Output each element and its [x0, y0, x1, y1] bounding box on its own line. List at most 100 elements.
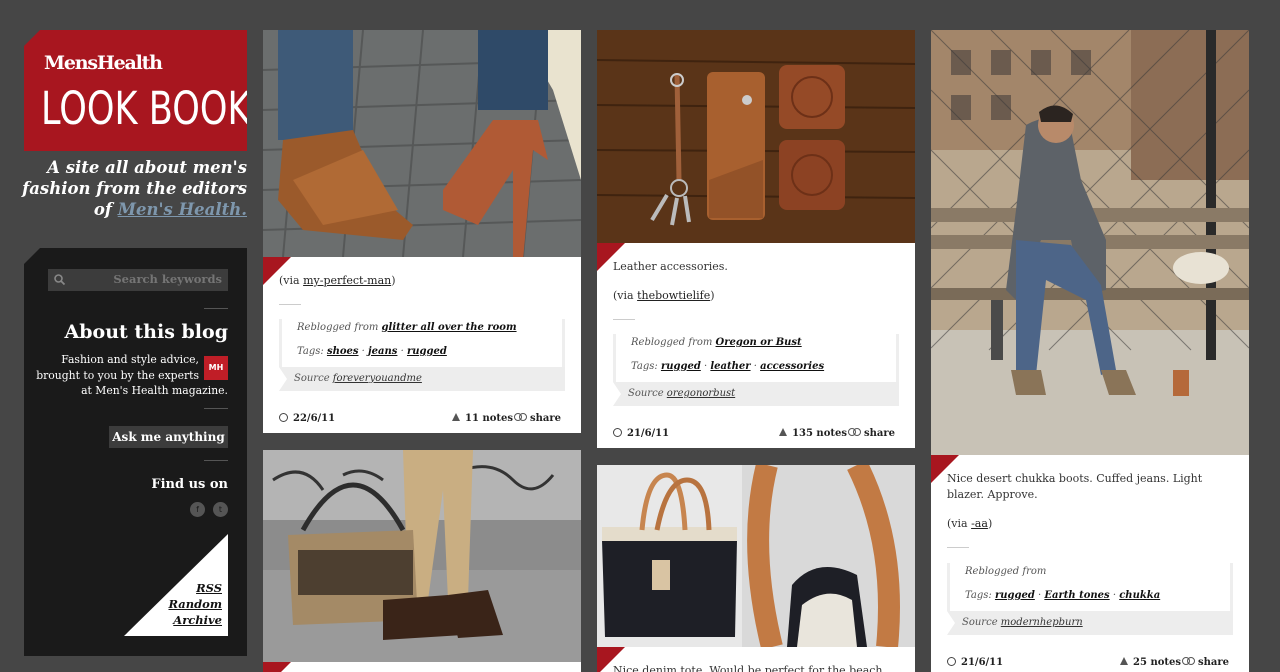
search-icon: [54, 274, 66, 286]
tag-link[interactable]: chukka: [1119, 590, 1160, 601]
share-icon: [513, 413, 527, 421]
mens-health-link[interactable]: Men's Health.: [118, 200, 247, 219]
find-us-label: Find us on: [151, 477, 228, 492]
reblogged-row: Reblogged from Oregon or Bust: [613, 334, 899, 358]
post-photo[interactable]: [931, 30, 1249, 455]
notes-icon: [779, 428, 788, 436]
post-caption: Nice desert chukka boots. Cuffed jeans. …: [947, 471, 1233, 503]
source-link[interactable]: foreveryouandme: [333, 373, 422, 384]
reblogged-label: Reblogged from: [297, 322, 382, 333]
source-label: Source: [628, 388, 667, 399]
reblogged-link[interactable]: glitter all over the room: [382, 322, 517, 333]
reblogged-row: Reblogged from: [947, 563, 1233, 587]
post-date[interactable]: 22/6/11: [279, 413, 335, 424]
tag-link[interactable]: accessories: [760, 361, 824, 372]
ask-me-anything-button[interactable]: Ask me anything: [109, 426, 228, 448]
caption-text: (via: [947, 517, 972, 530]
facebook-icon[interactable]: f: [190, 502, 205, 517]
post-date[interactable]: 21/6/11: [613, 428, 669, 439]
share-button[interactable]: share: [513, 413, 561, 424]
caption-text: (via: [613, 289, 638, 302]
brand-block[interactable]: MensHealth LOOK BOOK: [24, 30, 247, 151]
share-button[interactable]: share: [1181, 657, 1229, 668]
post-card: [263, 450, 581, 672]
archive-link[interactable]: Archive: [168, 612, 222, 628]
post-card: Nice denim tote. Would be perfect for th…: [597, 465, 915, 672]
divider: [279, 304, 301, 305]
post-photo[interactable]: [263, 30, 581, 257]
tags-label: Tags:: [965, 590, 995, 601]
date-text: 22/6/11: [293, 413, 336, 424]
tags-row: Tags: rugged · Earth tones · chukka: [947, 587, 1233, 611]
footer-links: RSS Random Archive: [168, 580, 222, 628]
via-link[interactable]: -aa: [971, 517, 988, 530]
about-line: brought to you by the experts: [36, 369, 199, 382]
post-date[interactable]: 21/6/11: [947, 657, 1003, 668]
share-button[interactable]: share: [847, 428, 895, 439]
search-input[interactable]: [72, 272, 222, 286]
twitter-icon[interactable]: t: [213, 502, 228, 517]
tags-label: Tags:: [631, 361, 661, 372]
photo-image: [597, 465, 915, 647]
post-caption: Leather accessories.: [613, 259, 899, 275]
via-link[interactable]: my-perfect-man: [303, 274, 391, 287]
rss-link[interactable]: RSS: [168, 580, 222, 596]
source-row: Source foreveryouandme: [279, 367, 565, 391]
site-title: LOOK BOOK: [41, 82, 251, 135]
tag-link[interactable]: Earth tones: [1044, 590, 1109, 601]
about-title: About this blog: [64, 321, 229, 343]
tag-link[interactable]: jeans: [368, 346, 397, 357]
tag-link[interactable]: rugged: [661, 361, 701, 372]
date-text: 21/6/11: [961, 657, 1004, 668]
tags-row: Tags: shoes · jeans · rugged: [279, 343, 565, 367]
post-card: (via my-perfect-man) Reblogged from glit…: [263, 30, 581, 433]
photo-image: [263, 450, 581, 662]
source-link[interactable]: modernhepburn: [1001, 617, 1083, 628]
post-notes[interactable]: 135 notes: [779, 428, 847, 439]
sidebar: About this blog Fashion and style advice…: [24, 248, 247, 656]
share-icon: [847, 428, 861, 436]
clock-icon: [279, 413, 288, 422]
tagline: A site all about men's fashion from the …: [18, 157, 247, 220]
tag-link[interactable]: shoes: [327, 346, 359, 357]
reblogged-link[interactable]: Oregon or Bust: [716, 337, 802, 348]
date-text: 21/6/11: [627, 428, 670, 439]
caption-text: ): [987, 517, 993, 530]
photo-image: [597, 30, 915, 243]
divider: [947, 547, 969, 548]
caption-text: ): [391, 274, 396, 287]
mh-badge: MH: [204, 356, 228, 380]
source-row: Source oregonorbust: [613, 382, 899, 406]
post-notes[interactable]: 25 notes: [1120, 657, 1181, 668]
about-line: Fashion and style advice,: [61, 353, 199, 366]
post-corner: [263, 662, 291, 672]
post-footer: 22/6/11 11 notes share: [279, 413, 565, 429]
tags-row: Tags: rugged · leather · accessories: [613, 358, 899, 382]
post-footer: 21/6/11 135 notes share: [613, 428, 899, 444]
share-text: share: [863, 428, 895, 439]
post-photo[interactable]: [597, 30, 915, 243]
about-line: at Men's Health magazine.: [81, 384, 228, 397]
tag-link[interactable]: leather: [710, 361, 750, 372]
search-box[interactable]: [48, 269, 228, 291]
random-link[interactable]: Random: [168, 596, 222, 612]
via-link[interactable]: thebowtielife: [637, 289, 710, 302]
tags-label: Tags:: [297, 346, 327, 357]
post-notes[interactable]: 11 notes: [452, 413, 513, 424]
source-label: Source: [294, 373, 333, 384]
post-footer: 21/6/11 25 notes share: [947, 657, 1233, 672]
share-text: share: [529, 413, 561, 424]
post-photo[interactable]: [597, 465, 915, 647]
tag-link[interactable]: rugged: [407, 346, 447, 357]
post-caption: Nice denim tote. Would be perfect for th…: [613, 663, 899, 672]
clock-icon: [613, 428, 622, 437]
post-caption: (via -aa): [947, 516, 1233, 532]
caption-text: (via: [279, 274, 304, 287]
source-row: Source modernhepburn: [947, 611, 1233, 635]
source-link[interactable]: oregonorbust: [667, 388, 735, 399]
tag-link[interactable]: rugged: [995, 590, 1035, 601]
reblogged-row: Reblogged from glitter all over the room: [279, 319, 565, 343]
caption-text: Leather accessories.: [613, 260, 728, 273]
post-photo[interactable]: [263, 450, 581, 662]
post-caption: (via my-perfect-man): [279, 273, 565, 289]
